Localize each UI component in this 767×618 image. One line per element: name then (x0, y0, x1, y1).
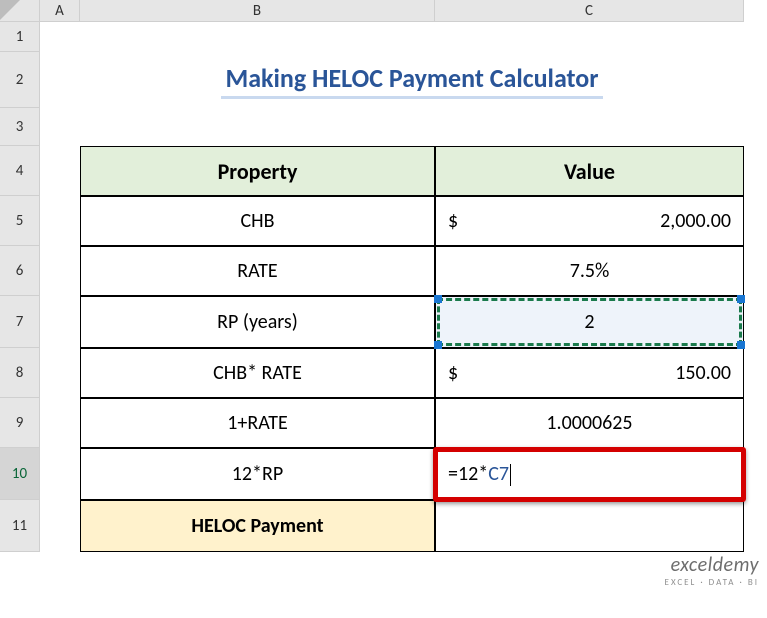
value-chb[interactable]: $ 2,000.00 (435, 196, 744, 246)
watermark-line2: EXCEL · DATA · BI (665, 577, 759, 588)
row-header-2[interactable]: 2 (0, 52, 40, 108)
currency-symbol: $ (448, 209, 458, 233)
row-header-6[interactable]: 6 (0, 246, 40, 296)
row-header-11[interactable]: 11 (0, 500, 40, 552)
cell-A5[interactable] (40, 196, 80, 246)
row-header-7[interactable]: 7 (0, 296, 40, 348)
table-header-property[interactable]: Property (80, 146, 435, 196)
value-1plusrate[interactable]: 1.0000625 (435, 398, 744, 448)
cell-A10[interactable] (40, 448, 80, 500)
row-header-3[interactable]: 3 (0, 108, 40, 146)
currency-value: 2,000.00 (660, 209, 731, 233)
label-rate[interactable]: RATE (80, 246, 435, 296)
table-header-value[interactable]: Value (435, 146, 744, 196)
cell-A3[interactable] (40, 108, 80, 146)
selection-handle-icon (737, 295, 745, 303)
formula-cell-c10[interactable]: =12*C7 (435, 448, 744, 500)
formula-prefix: =12* (448, 462, 488, 486)
value-rp[interactable]: 2 (435, 296, 744, 348)
cell-A4[interactable] (40, 146, 80, 196)
text-cursor-icon (510, 464, 511, 486)
value-chbrate[interactable]: $ 150.00 (435, 348, 744, 398)
page-title: Making HELOC Payment Calculator (221, 62, 602, 99)
row-header-8[interactable]: 8 (0, 348, 40, 398)
row-header-9[interactable]: 9 (0, 398, 40, 448)
watermark-line1: exceldemy (665, 553, 759, 577)
currency-symbol: $ (448, 361, 458, 385)
selection-handle-icon (434, 341, 442, 349)
select-all-triangle[interactable] (0, 0, 20, 20)
cell-A9[interactable] (40, 398, 80, 448)
label-chb[interactable]: CHB (80, 196, 435, 246)
row-header-1[interactable]: 1 (0, 22, 40, 52)
formula-ref: C7 (488, 462, 509, 486)
cell-A2[interactable] (40, 52, 80, 108)
col-header-C[interactable]: C (435, 0, 744, 22)
label-rp[interactable]: RP (years) (80, 296, 435, 348)
row-header-5[interactable]: 5 (0, 196, 40, 246)
cell-A11[interactable] (40, 500, 80, 552)
currency-value: 150.00 (675, 361, 731, 385)
value-rp-text: 2 (584, 310, 594, 334)
label-12rp[interactable]: 12*RP (80, 448, 435, 500)
cell-B1[interactable] (80, 22, 435, 52)
formula-text: =12*C7 (448, 462, 511, 486)
col-header-B[interactable]: B (80, 0, 435, 22)
col-header-A[interactable]: A (40, 0, 80, 22)
title-cell[interactable]: Making HELOC Payment Calculator (80, 52, 744, 108)
label-1plusrate[interactable]: 1+RATE (80, 398, 435, 448)
row-header-10[interactable]: 10 (0, 448, 40, 500)
cell-A1[interactable] (40, 22, 80, 52)
row-header-4[interactable]: 4 (0, 146, 40, 196)
value-rate[interactable]: 7.5% (435, 246, 744, 296)
cell-A6[interactable] (40, 246, 80, 296)
selection-handle-icon (737, 341, 745, 349)
watermark: exceldemy EXCEL · DATA · BI (665, 553, 759, 588)
selection-handle-icon (434, 295, 442, 303)
spreadsheet-grid: A B C 1 2 Making HELOC Payment Calculato… (0, 0, 744, 552)
cell-C3[interactable] (435, 108, 744, 146)
cell-A8[interactable] (40, 348, 80, 398)
label-chbrate[interactable]: CHB* RATE (80, 348, 435, 398)
value-heloc-payment[interactable] (435, 500, 744, 552)
cell-C1[interactable] (435, 22, 744, 52)
label-heloc-payment[interactable]: HELOC Payment (80, 500, 435, 552)
cell-A7[interactable] (40, 296, 80, 348)
cell-B3[interactable] (80, 108, 435, 146)
